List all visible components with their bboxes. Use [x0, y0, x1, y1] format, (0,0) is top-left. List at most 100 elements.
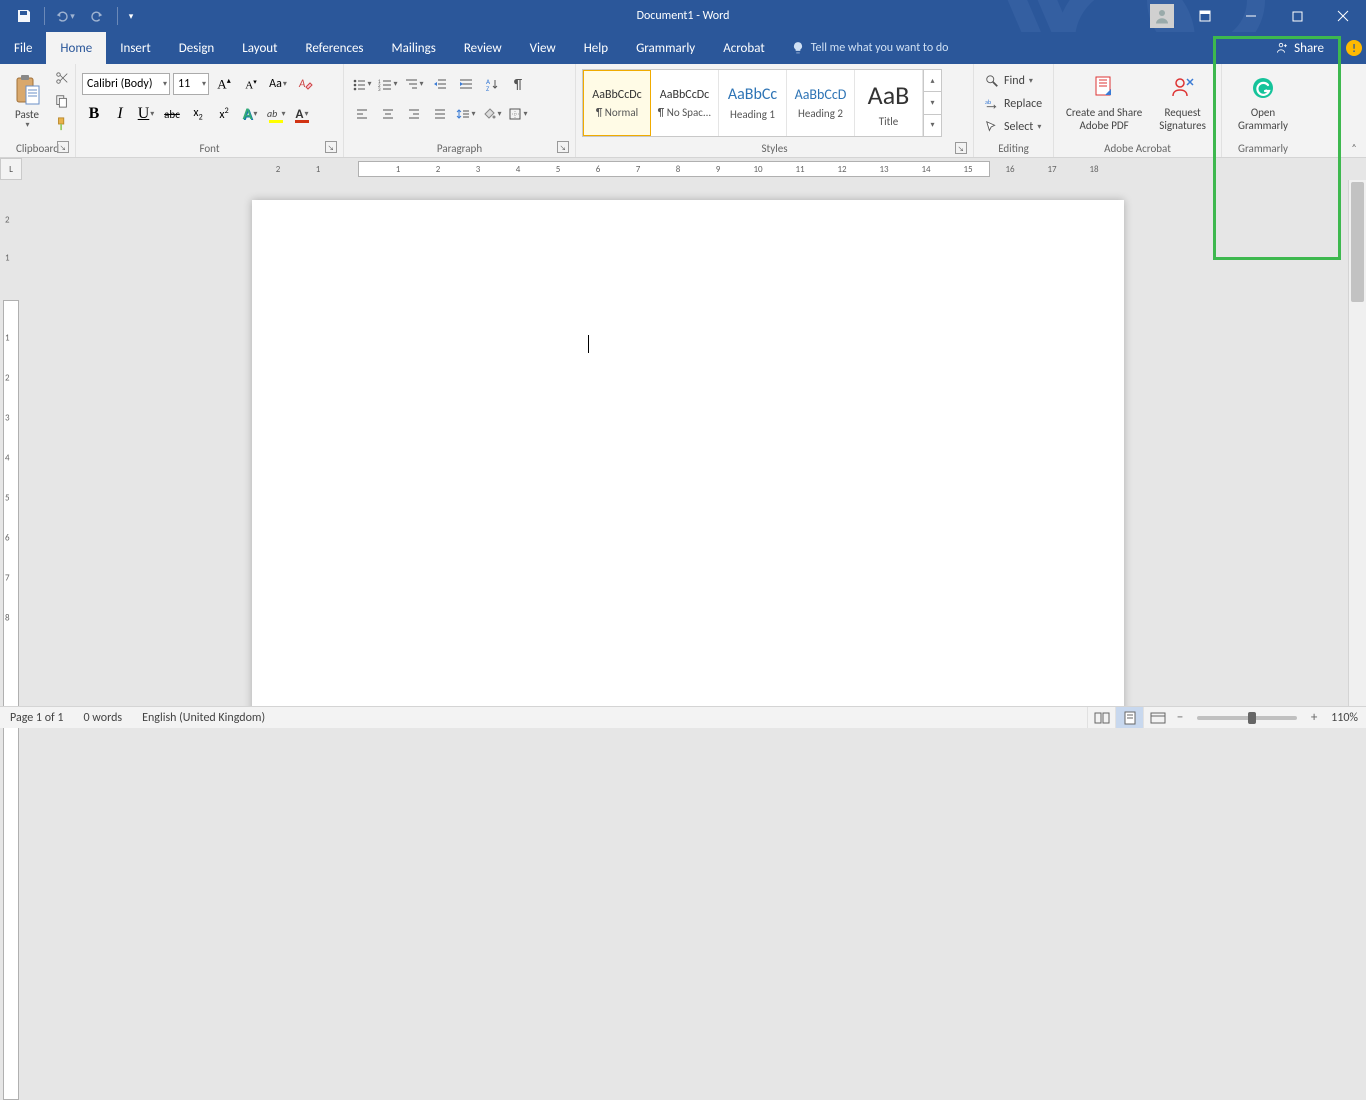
redo-button[interactable] — [83, 2, 111, 30]
style-item-1[interactable]: AaBbCcDc¶ No Spac... — [651, 70, 719, 136]
align-right-button[interactable] — [402, 102, 426, 126]
styles-scroll-down[interactable]: ▾ — [924, 92, 941, 114]
tab-help[interactable]: Help — [570, 32, 622, 64]
font-name-combo[interactable]: Calibri (Body)▾ — [82, 73, 170, 95]
save-button[interactable] — [10, 2, 38, 30]
show-marks-button[interactable]: ¶ — [506, 72, 530, 96]
undo-button[interactable]: ▾ — [51, 2, 79, 30]
multilevel-list-button[interactable]: ▾ — [402, 72, 426, 96]
select-button[interactable]: Select▾ — [980, 116, 1045, 138]
paste-button[interactable]: Paste ▾ — [6, 68, 48, 136]
vertical-ruler[interactable]: 2112345678 — [0, 180, 22, 706]
ribbon-display-options-button[interactable] — [1182, 0, 1228, 32]
subscript-button[interactable]: x2 — [186, 102, 210, 126]
underline-button[interactable]: U▾ — [134, 102, 158, 126]
ribbon-tabs: FileHomeInsertDesignLayoutReferencesMail… — [0, 32, 1366, 64]
italic-button[interactable]: I — [108, 102, 132, 126]
zoom-in-button[interactable]: + — [1305, 710, 1323, 725]
sort-button[interactable]: AZ — [480, 72, 504, 96]
increase-indent-button[interactable] — [454, 72, 478, 96]
tell-me-box[interactable]: Tell me what you want to do — [779, 32, 961, 64]
style-item-4[interactable]: AaBTitle — [855, 70, 923, 136]
create-pdf-button[interactable]: Create and Share Adobe PDF — [1060, 68, 1148, 136]
zoom-value[interactable]: 110% — [1323, 711, 1366, 725]
style-item-0[interactable]: AaBbCcDc¶ Normal — [583, 70, 651, 136]
tab-review[interactable]: Review — [450, 32, 516, 64]
tab-view[interactable]: View — [516, 32, 570, 64]
styles-expand[interactable]: ▾ — [924, 115, 941, 136]
styles-scroll-up[interactable]: ▴ — [924, 70, 941, 92]
tab-references[interactable]: References — [292, 32, 378, 64]
grow-font-button[interactable]: A▴ — [212, 72, 236, 96]
tab-home[interactable]: Home — [46, 32, 106, 64]
borders-button[interactable]: ▾ — [506, 102, 530, 126]
shading-button[interactable]: ▾ — [480, 102, 504, 126]
tab-file[interactable]: File — [0, 32, 46, 64]
text-effects-button[interactable]: A▾ — [238, 102, 262, 126]
scrollbar-thumb[interactable] — [1351, 182, 1364, 302]
cut-button[interactable] — [50, 68, 74, 89]
shrink-font-button[interactable]: A▾ — [239, 72, 263, 96]
read-mode-button[interactable] — [1087, 707, 1115, 728]
close-button[interactable] — [1320, 0, 1366, 32]
justify-button[interactable] — [428, 102, 452, 126]
strikethrough-button[interactable]: abc — [160, 102, 184, 126]
document-page[interactable] — [252, 200, 1124, 706]
font-size-value: 11 — [178, 77, 190, 91]
maximize-button[interactable] — [1274, 0, 1320, 32]
style-item-3[interactable]: AaBbCcDHeading 2 — [787, 70, 855, 136]
bold-button[interactable]: B — [82, 102, 106, 126]
user-avatar[interactable] — [1150, 4, 1174, 28]
line-spacing-button[interactable]: ▾ — [454, 102, 478, 126]
web-layout-button[interactable] — [1143, 707, 1171, 728]
bullets-button[interactable]: ▾ — [350, 72, 374, 96]
align-center-button[interactable] — [376, 102, 400, 126]
collapse-ribbon-button[interactable]: ˄ — [1346, 139, 1362, 155]
create-pdf-icon — [1088, 72, 1120, 104]
change-case-button[interactable]: Aa▾ — [266, 72, 290, 96]
ruler-num: 7 — [5, 573, 10, 584]
decrease-indent-button[interactable] — [428, 72, 452, 96]
share-button[interactable]: Share — [1258, 32, 1340, 64]
font-launcher-button[interactable] — [325, 141, 337, 153]
style-item-2[interactable]: AaBbCcHeading 1 — [719, 70, 787, 136]
scissors-icon — [55, 71, 69, 85]
superscript-button[interactable]: x2 — [212, 102, 236, 126]
tab-insert[interactable]: Insert — [106, 32, 165, 64]
replace-button[interactable]: ab Replace — [980, 93, 1046, 115]
numbering-button[interactable]: 123▾ — [376, 72, 400, 96]
zoom-out-button[interactable]: − — [1171, 710, 1189, 725]
status-words[interactable]: 0 words — [74, 707, 133, 728]
clipboard-launcher-button[interactable] — [57, 141, 69, 153]
tab-selector[interactable]: L — [0, 158, 22, 180]
open-grammarly-button[interactable]: Open Grammarly — [1228, 68, 1298, 136]
highlight-button[interactable]: ab▾ — [264, 102, 288, 126]
zoom-slider[interactable] — [1197, 716, 1297, 720]
paste-icon — [11, 74, 43, 106]
zoom-knob[interactable] — [1248, 712, 1256, 724]
horizontal-ruler[interactable]: 21123456789101112131415161718 — [22, 158, 1366, 180]
font-color-button[interactable]: A▾ — [290, 102, 314, 126]
qat-customize-button[interactable]: ▾ — [124, 2, 138, 30]
minimize-button[interactable] — [1228, 0, 1274, 32]
print-layout-button[interactable] — [1115, 707, 1143, 728]
align-left-button[interactable] — [350, 102, 374, 126]
vertical-scrollbar[interactable] — [1348, 180, 1366, 706]
clear-formatting-button[interactable]: A — [293, 72, 317, 96]
paragraph-launcher-button[interactable] — [557, 141, 569, 153]
tab-design[interactable]: Design — [165, 32, 228, 64]
status-language[interactable]: English (United Kingdom) — [132, 707, 275, 728]
font-size-combo[interactable]: 11▾ — [173, 73, 209, 95]
status-page[interactable]: Page 1 of 1 — [0, 707, 74, 728]
format-painter-button[interactable] — [50, 113, 74, 134]
notification-badge[interactable]: ! — [1346, 40, 1362, 56]
document-scroll[interactable] — [22, 180, 1366, 706]
tab-grammarly[interactable]: Grammarly — [622, 32, 709, 64]
copy-button[interactable] — [50, 91, 74, 112]
request-signatures-button[interactable]: Request Signatures — [1150, 68, 1215, 136]
tab-layout[interactable]: Layout — [228, 32, 291, 64]
find-button[interactable]: Find▾ — [980, 70, 1037, 92]
styles-launcher-button[interactable] — [955, 142, 967, 154]
tab-mailings[interactable]: Mailings — [378, 32, 450, 64]
tab-acrobat[interactable]: Acrobat — [709, 32, 779, 64]
